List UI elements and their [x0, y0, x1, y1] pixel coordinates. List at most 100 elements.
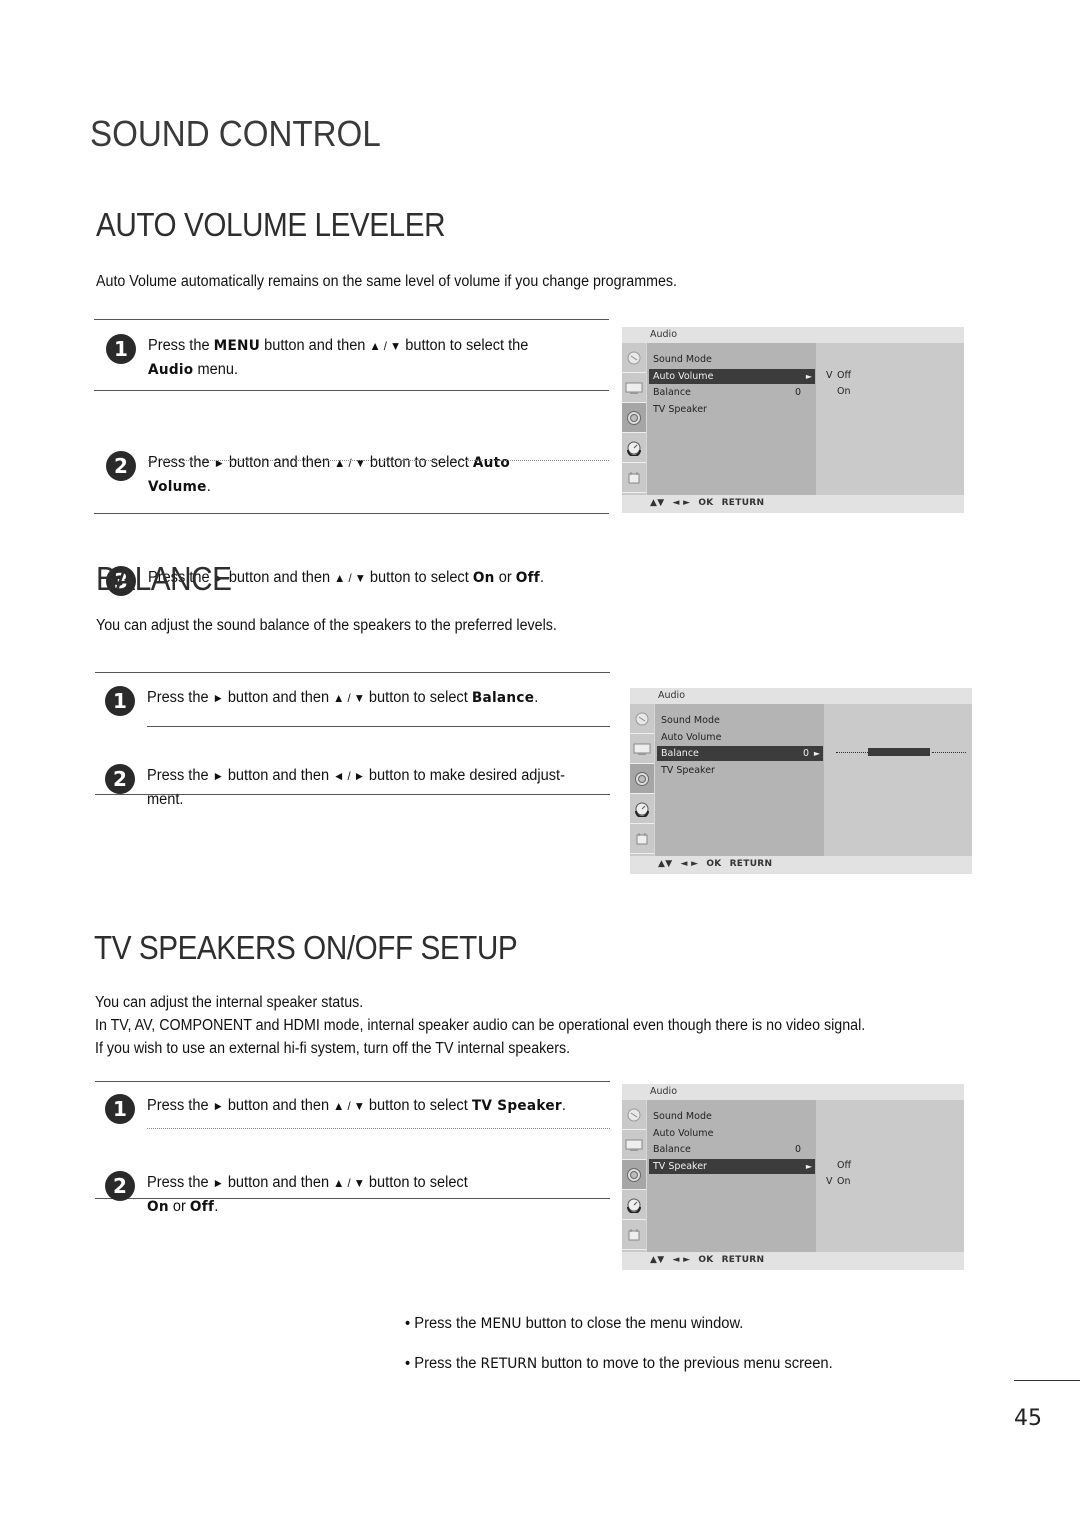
- osd-footer-hints: ▲▼ ◄ ► OK RETURN: [650, 1255, 772, 1265]
- osd-menu-item[interactable]: Auto Volume: [649, 1126, 815, 1141]
- osd-item-label: Auto Volume: [661, 731, 722, 743]
- osd-menu-item[interactable]: Auto Volume: [657, 730, 823, 745]
- page-title: SOUND CONTROL: [90, 113, 381, 154]
- note-menu: • Press the MENU button to close the men…: [405, 1315, 744, 1332]
- step-number-2: 2: [105, 1171, 135, 1201]
- osd-menu-item[interactable]: Sound Mode: [649, 1109, 815, 1124]
- note-return: • Press the RETURN button to move to the…: [405, 1355, 833, 1372]
- screen-icon[interactable]: [630, 734, 654, 764]
- emphasis-keyword: Auto: [472, 455, 511, 471]
- arrow-glyph-icon: ►: [212, 1176, 224, 1190]
- step-line: Press the ► button and then ▲ / ▼ button…: [147, 689, 539, 706]
- arrow-glyph-icon: ►: [212, 769, 224, 783]
- audio-icon[interactable]: [622, 1160, 646, 1190]
- option-icon[interactable]: [630, 824, 654, 854]
- step-line: ment.: [147, 791, 184, 808]
- balance-intro: You can adjust the sound balance of the …: [96, 617, 557, 634]
- osd-item-label: Balance: [661, 748, 699, 759]
- osd-footer-hint: RETURN: [721, 498, 765, 508]
- osd-menu-list: Sound Mode Auto Volume ► Balance 0 TV Speaker: [646, 343, 816, 495]
- picture-settings-icon[interactable]: [630, 704, 654, 734]
- page-number: 45: [1014, 1406, 1042, 1431]
- time-icon[interactable]: [622, 433, 646, 463]
- picture-settings-icon[interactable]: [622, 1100, 646, 1130]
- emphasis-keyword: MENU: [213, 338, 261, 354]
- arrow-glyph-icon: ►: [213, 456, 225, 470]
- option-icon[interactable]: [622, 463, 646, 493]
- osd-icon-bar: [622, 1100, 646, 1252]
- osd-item-label: TV Speaker: [653, 1160, 707, 1172]
- arrow-glyph-icon: ▲ / ▼: [369, 339, 402, 353]
- step-text: Press the ► button and then ▲ / ▼ button…: [148, 451, 510, 499]
- arrow-glyph-icon: ▲ / ▼: [333, 1176, 365, 1190]
- osd-menu-item[interactable]: Balance 0: [649, 385, 815, 400]
- screen-icon[interactable]: [622, 373, 646, 403]
- arrow-glyph-icon: ▲ / ▼: [333, 1099, 365, 1113]
- step-line: Press the ► button and then ▲ / ▼ button…: [147, 1097, 566, 1114]
- osd-menu-list: Sound Mode Auto Volume Balance 0 TV Speaker ►: [646, 1100, 816, 1252]
- osd-submenu: [824, 704, 972, 856]
- osd-option-label: Off: [837, 1159, 852, 1171]
- audio-icon[interactable]: [630, 764, 654, 794]
- osd-menu-item[interactable]: TV Speaker ►: [649, 1158, 815, 1174]
- osd-footer-hint: OK: [698, 1255, 714, 1265]
- osd-menu-item[interactable]: Sound Mode: [649, 352, 815, 367]
- osd-item-label: Auto Volume: [653, 370, 714, 382]
- screen-icon[interactable]: [622, 1130, 646, 1160]
- osd-option[interactable]: On: [826, 386, 851, 397]
- osd-menu-item[interactable]: Sound Mode: [657, 713, 823, 728]
- osd-menu-list: Sound Mode Auto Volume Balance 0 ► TV Speaker: [654, 704, 824, 856]
- emphasis-keyword: Off: [189, 1199, 215, 1215]
- time-icon[interactable]: [622, 1190, 646, 1220]
- osd-menu-item[interactable]: Balance 0 ►: [657, 746, 823, 761]
- option-icon[interactable]: [622, 1220, 646, 1250]
- osd-item-label: Balance: [653, 387, 691, 398]
- osd-menu-item[interactable]: Balance 0: [649, 1142, 815, 1157]
- arrow-glyph-icon: ◄ / ►: [333, 769, 365, 783]
- osd-menu-title: Audio: [650, 329, 678, 340]
- step-2: 2 Press the ► button and then ▲ / ▼ butt…: [105, 1171, 620, 1219]
- page-number-rule: [1014, 1380, 1080, 1381]
- osd-menu-title: Audio: [658, 690, 686, 701]
- osd-option[interactable]: V On: [826, 1176, 851, 1187]
- step-text: Press the ► button and then ▲ / ▼ button…: [147, 686, 538, 710]
- picture-settings-icon[interactable]: [622, 343, 646, 373]
- osd-icon-bar: [622, 343, 646, 495]
- step-line: Press the ► button and then ▲ / ▼ button…: [148, 454, 511, 471]
- osd-menu-title: Audio: [650, 1086, 678, 1097]
- osd-footer-hint: ▲▼: [650, 1255, 665, 1265]
- osd-submenu: V Off On: [816, 343, 964, 495]
- osd-option-label: On: [837, 1176, 851, 1187]
- osd-menu-item[interactable]: Auto Volume ►: [649, 368, 815, 384]
- divider: [147, 726, 610, 727]
- button-name: MENU: [480, 1316, 522, 1332]
- check-icon: V: [826, 369, 833, 381]
- osd-item-label: TV Speaker: [653, 403, 707, 415]
- osd-menu-item[interactable]: TV Speaker: [657, 763, 823, 778]
- step-number-1: 1: [105, 686, 135, 716]
- tv-speaker-intro-2: In TV, AV, COMPONENT and HDMI mode, inte…: [95, 1017, 866, 1034]
- osd-item-label: Sound Mode: [653, 354, 712, 365]
- osd-item-label: Auto Volume: [653, 1127, 714, 1139]
- balance-indicator[interactable]: [868, 748, 930, 756]
- tv-speaker-steps: 1 Press the ► button and then ▲ / ▼ butt…: [95, 1081, 610, 1215]
- osd-footer-hint: OK: [698, 498, 714, 508]
- divider-dotted: [148, 460, 609, 461]
- osd-item-value: 0: [794, 387, 801, 398]
- osd-option[interactable]: Off: [826, 1160, 851, 1171]
- audio-icon[interactable]: [622, 403, 646, 433]
- osd-menu-item[interactable]: TV Speaker: [649, 402, 815, 417]
- osd-option-label: On: [837, 386, 851, 397]
- osd-footer-hint: ▲▼: [658, 859, 673, 869]
- osd-icon-bar: [630, 704, 654, 856]
- step-1: 1 Press the ► button and then ▲ / ▼ butt…: [105, 686, 620, 716]
- osd-menu-balance: Audio Sound Mode Auto Volume Balance 0 ► TV Sp…: [630, 688, 972, 874]
- emphasis-keyword: Balance: [471, 690, 535, 706]
- step-line: Press the ► button and then ◄ / ► button…: [147, 767, 565, 784]
- time-icon[interactable]: [630, 794, 654, 824]
- osd-footer-hint: ◄ ►: [680, 859, 699, 869]
- emphasis-keyword: On: [147, 1199, 169, 1215]
- step-1: 1 Press the ► button and then ▲ / ▼ butt…: [105, 1094, 620, 1124]
- step-2: 2 Press the ► button and then ▲ / ▼ butt…: [106, 451, 621, 499]
- osd-option[interactable]: V Off: [826, 370, 851, 381]
